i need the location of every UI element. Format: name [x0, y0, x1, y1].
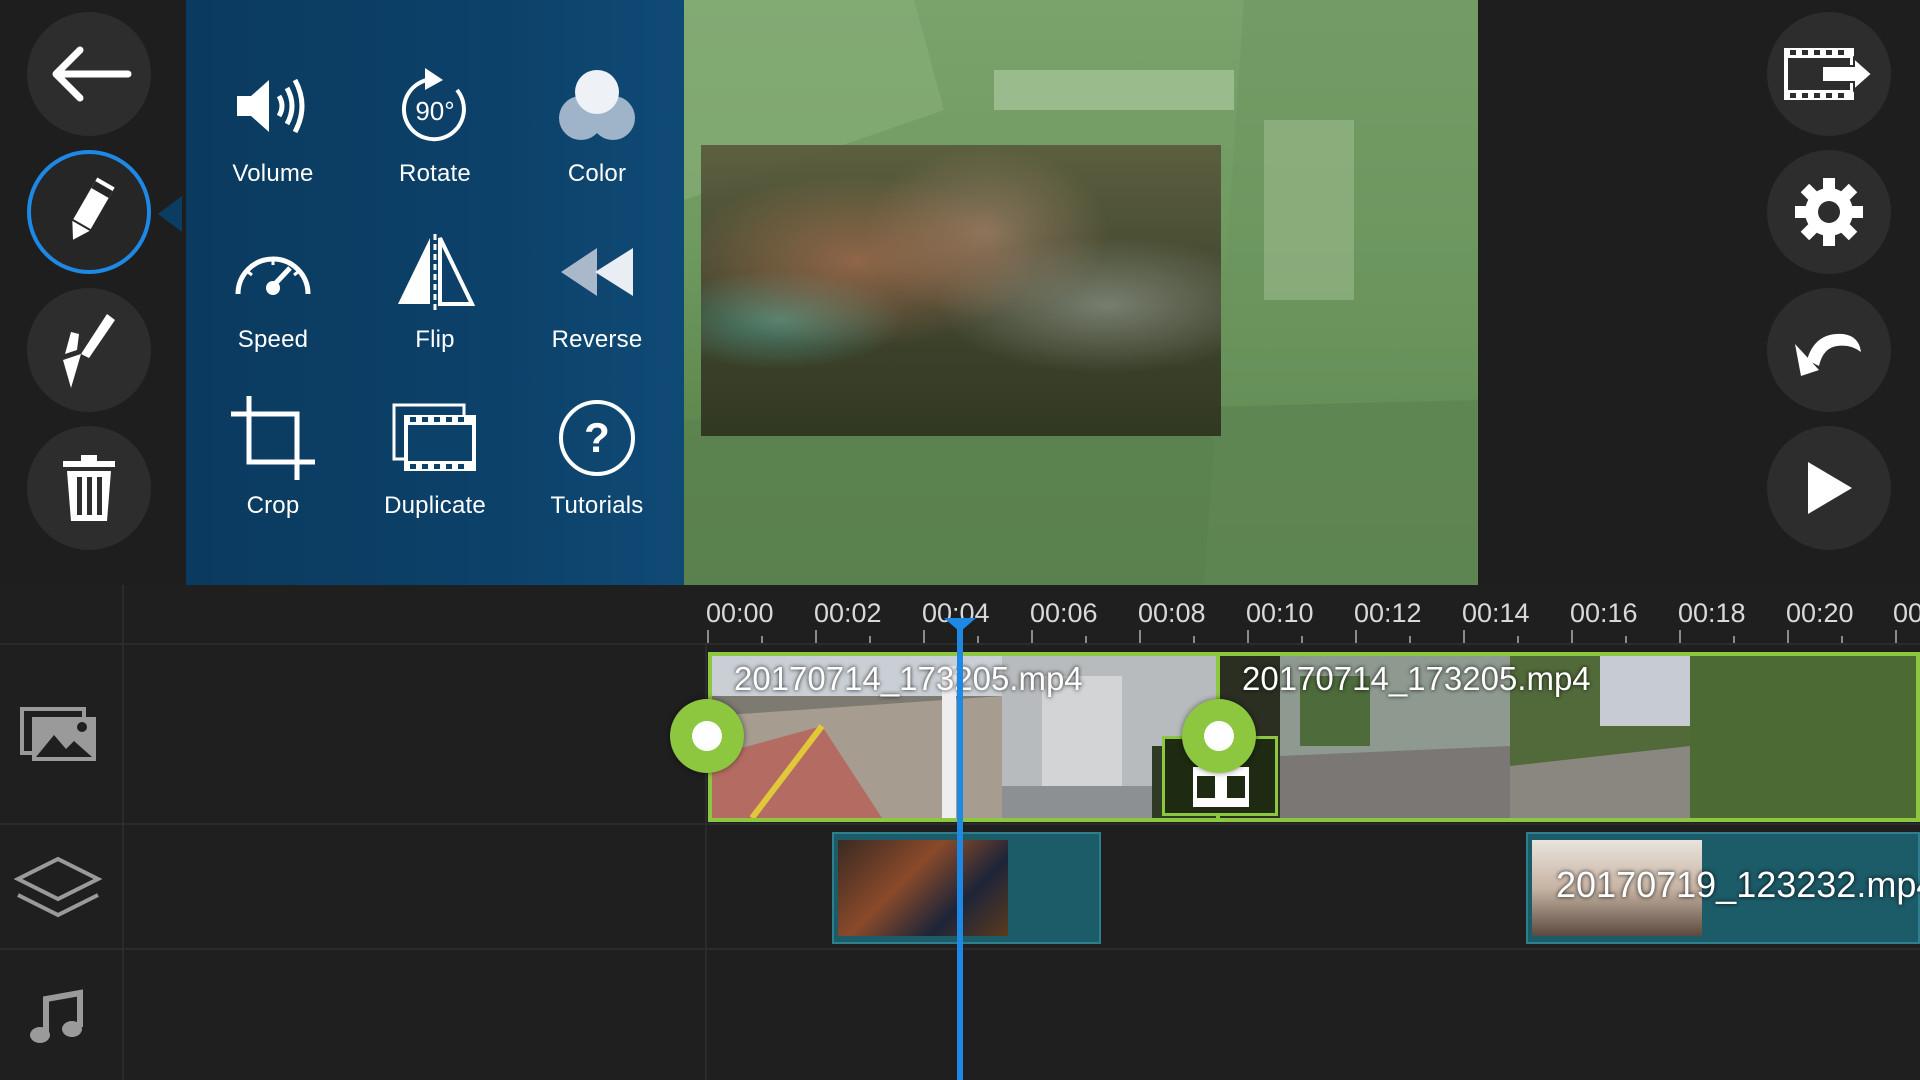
color-icon: [559, 70, 635, 140]
ruler-label: 00:00: [706, 598, 774, 628]
tool-label: Speed: [237, 326, 309, 353]
ruler-label: 00:08: [1138, 598, 1206, 628]
video-clip-1[interactable]: 20170714_173205.mp4: [708, 652, 1220, 822]
ruler-label: 00:14: [1462, 598, 1530, 628]
video-clip-2[interactable]: 20170714_173205.mp4: [1216, 652, 1920, 822]
volume-icon: [237, 78, 305, 134]
right-toolbar: [1478, 0, 1920, 585]
ruler-label: 00: [1893, 598, 1920, 628]
tool-label: Crop: [246, 492, 300, 519]
tool-reverse[interactable]: Reverse: [522, 224, 672, 364]
music-note-icon: [30, 989, 83, 1043]
crop-icon: [231, 396, 315, 480]
trash-icon: [63, 455, 115, 521]
tool-duplicate[interactable]: Duplicate: [360, 390, 510, 530]
overlay-clip-1[interactable]: [832, 832, 1101, 944]
undo-icon: [1795, 333, 1861, 376]
overlay-image[interactable]: [701, 145, 1221, 436]
tool-crop[interactable]: Crop: [198, 390, 348, 530]
ruler-label: 00:16: [1570, 598, 1638, 628]
tool-speed[interactable]: Speed: [198, 224, 348, 364]
transition-icon: [1193, 767, 1249, 807]
tool-volume[interactable]: Volume: [198, 58, 348, 198]
tool-label: Tutorials: [550, 492, 644, 519]
ruler-label: 00:18: [1678, 598, 1746, 628]
tool-label: Rotate: [399, 160, 471, 187]
playhead-marker[interactable]: [944, 618, 976, 632]
clip-title: 20170714_173205.mp4: [734, 660, 1083, 697]
export-button[interactable]: [1767, 12, 1891, 136]
left-toolbar: [0, 0, 186, 585]
ruler-label: 00:06: [1030, 598, 1098, 628]
trim-handle-left[interactable]: [670, 699, 744, 773]
reverse-icon: [561, 248, 633, 296]
track-sidebar: [0, 585, 124, 1080]
play-icon: [1808, 462, 1852, 514]
overlay-thumbnail: [838, 840, 1008, 936]
layers-icon: [14, 856, 102, 918]
overlay-clip-2[interactable]: 20170719_123232.mp4: [1526, 832, 1920, 944]
ruler-label: 00:12: [1354, 598, 1422, 628]
back-button[interactable]: [27, 12, 151, 136]
media-track-icon: [20, 707, 96, 761]
playhead[interactable]: [957, 624, 963, 1080]
tool-label: Duplicate: [384, 492, 486, 519]
export-icon: [1784, 48, 1874, 100]
tool-flip[interactable]: Flip: [360, 224, 510, 364]
svg-text:?: ?: [584, 414, 610, 461]
tool-color[interactable]: Color: [522, 58, 672, 198]
edit-tools-panel: Volume 90° Rotate Color Speed Flip Rever…: [186, 0, 684, 585]
rotate-icon: 90°: [401, 68, 466, 142]
tool-tutorials[interactable]: ? Tutorials: [522, 390, 672, 530]
duplicate-icon: [392, 403, 476, 471]
active-indicator: [158, 196, 182, 232]
tool-label: Flip: [415, 326, 455, 353]
clip-title: 20170719_123232.mp4: [1556, 864, 1920, 905]
flip-icon: [398, 234, 476, 310]
tool-label: Color: [567, 160, 627, 187]
settings-icon: [1795, 178, 1863, 246]
ruler-label: 00:10: [1246, 598, 1314, 628]
undo-button[interactable]: [1767, 288, 1891, 412]
speed-icon: [235, 256, 311, 295]
edit-button[interactable]: [27, 150, 151, 274]
trim-handle-right[interactable]: [1182, 699, 1256, 773]
effects-button[interactable]: [27, 288, 151, 412]
video-preview[interactable]: [684, 0, 1478, 585]
tutorials-icon: ?: [559, 400, 635, 476]
back-arrow-icon: [52, 46, 132, 102]
delete-button[interactable]: [27, 426, 151, 550]
pencil-icon: [72, 177, 115, 240]
ruler-label: 00:20: [1786, 598, 1854, 628]
tool-label: Volume: [232, 160, 314, 187]
ruler-label: 00:02: [814, 598, 882, 628]
play-button[interactable]: [1767, 426, 1891, 550]
settings-button[interactable]: [1767, 150, 1891, 274]
effects-icon: [63, 314, 115, 388]
tool-label: Reverse: [551, 326, 643, 353]
rotate-badge: 90°: [415, 96, 454, 126]
clip-title: 20170714_173205.mp4: [1242, 660, 1591, 697]
tool-rotate[interactable]: 90° Rotate: [360, 58, 510, 198]
